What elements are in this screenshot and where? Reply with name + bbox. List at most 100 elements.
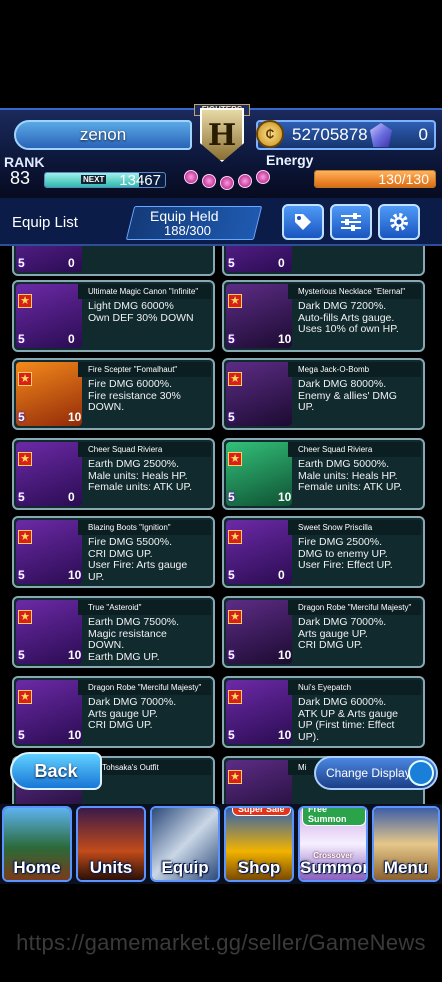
settings-button[interactable]	[378, 204, 420, 240]
bottom-nav: Home Units Equip Super Sale Shop Free Su…	[0, 804, 442, 884]
equip-level: 5	[18, 648, 25, 662]
equip-title: Fire Scepter "Fomalhaut"	[78, 362, 211, 377]
nav-units[interactable]: Units	[76, 806, 146, 882]
equip-card[interactable]: ★ Cheer Squad Riviera Earth DMG 5000%. Mal…	[222, 438, 425, 510]
nav-home[interactable]: Home	[2, 806, 72, 882]
back-button[interactable]: Back	[10, 752, 102, 790]
equip-title: True "Asteroid"	[78, 600, 211, 615]
equip-level: 5	[18, 728, 25, 742]
filter-button[interactable]	[330, 204, 372, 240]
equip-card[interactable]: ★ Mega Jack-O-Bomb Dark DMG 8000%. Enemy &…	[222, 358, 425, 430]
equip-title: Nui's Eyepatch	[288, 680, 421, 695]
rarity-star-icon: ★	[228, 452, 242, 466]
equip-card[interactable]: ★ Nui's Eyepatch Dark DMG 6000%. ATK UP & …	[222, 676, 425, 748]
equip-level: 5	[18, 256, 25, 270]
equip-level: 5	[228, 490, 235, 504]
change-display-label: Change Display	[326, 766, 411, 780]
tag-button[interactable]	[282, 204, 324, 240]
nav-home-label: Home	[13, 858, 61, 877]
nav-shop[interactable]: Super Sale Shop	[224, 806, 294, 882]
equip-card[interactable]: ★ Fire Scepter "Fomalhaut" Fire DMG 6000%.…	[12, 358, 215, 430]
energy-value: 130/130	[378, 171, 429, 187]
currency-panel: ₵ 52705878 0	[256, 120, 436, 150]
status-bar	[0, 0, 442, 108]
next-label: NEXT	[81, 175, 107, 184]
exp-bar: NEXT 13467	[44, 172, 166, 188]
refresh-icon	[408, 760, 434, 786]
equip-level: 5	[228, 332, 235, 346]
nav-summon[interactable]: Free Summon Crossover Summon	[298, 806, 368, 882]
equip-description: Fire DMG 2500%. DMG to enemy UP. User Fi…	[298, 536, 393, 571]
equip-title: Mega Jack-O-Bomb	[288, 362, 421, 377]
equip-list-bar: Equip List Equip Held 188/300	[0, 198, 442, 246]
equip-title: Mysterious Necklace "Eternal"	[288, 284, 421, 299]
equip-description: Fire DMG 5500%. CRI DMG UP. User Fire: A…	[88, 536, 188, 583]
equip-level: 5	[18, 410, 25, 424]
equip-description: Earth DMG 5000%. Male units: Heals HP. F…	[298, 458, 403, 493]
equip-card[interactable]: ★ Blazing Boots "Ignition" Fire DMG 5500%.…	[12, 516, 215, 588]
orb-icon	[184, 170, 198, 184]
rarity-star-icon: ★	[228, 530, 242, 544]
emblem-letter: H	[207, 118, 237, 153]
rarity-star-icon: ★	[18, 610, 32, 624]
equip-plus-value: 0	[68, 256, 75, 270]
equip-plus-value: 0	[278, 256, 285, 270]
equip-plus-value: 10	[278, 648, 292, 662]
tag-icon	[295, 214, 311, 230]
equip-title: Sweet Snow Priscilla	[288, 520, 421, 535]
equip-grid: ★50★by 1%.50★Ultimate Magic Canon "Infin…	[0, 246, 442, 806]
equip-level: 5	[18, 332, 25, 346]
equip-description: Earth DMG 7500%. Magic resistance DOWN. …	[88, 616, 180, 663]
coin-count: 52705878	[292, 125, 368, 144]
equip-level: 5	[228, 648, 235, 662]
nav-shop-label: Shop	[237, 858, 281, 877]
energy-label: Energy	[266, 152, 314, 168]
orb-icon	[256, 170, 270, 184]
nav-menu[interactable]: Menu	[372, 806, 440, 882]
player-header: zenon ₵ 52705878 0 FIGHTERS H RANK 83 NE…	[0, 104, 442, 198]
rarity-star-icon: ★	[18, 294, 32, 308]
equip-held-value: 188/300	[164, 223, 211, 238]
equip-card[interactable]: ★ True "Asteroid" Earth DMG 7500%. Magic r…	[12, 596, 215, 668]
equip-title: Blazing Boots "Ignition"	[78, 520, 211, 535]
watermark-url: https://gamemarket.gg/seller/GameNews	[16, 930, 426, 955]
equip-description: Dark DMG 7200%. Auto-fills Arts gauge. U…	[298, 300, 399, 335]
fighters-emblem: FIGHTERS H	[178, 104, 270, 200]
equip-card[interactable]: ★ Dragon Robe "Merciful Majesty" Dark DMG …	[222, 596, 425, 668]
equip-description: Fire DMG 6000%. Fire resistance 30% DOWN…	[88, 378, 181, 413]
nav-equip[interactable]: Equip	[150, 806, 220, 882]
equip-plus-value: 0	[278, 568, 285, 582]
orb-icon	[238, 174, 252, 188]
equip-level: 5	[228, 410, 235, 424]
equip-plus-value: 10	[278, 332, 292, 346]
equip-plus-value: 10	[68, 728, 82, 742]
equip-card[interactable]: ★50	[12, 246, 215, 276]
rarity-star-icon: ★	[228, 372, 242, 386]
equip-card[interactable]: ★by 1%.50	[222, 246, 425, 276]
equip-description: Dark DMG 7000%. Arts gauge UP. CRI DMG U…	[88, 696, 177, 731]
equip-description: Dark DMG 6000%. ATK UP & Arts gauge UP (…	[298, 696, 398, 743]
equip-card[interactable]: ★ Sweet Snow Priscilla Fire DMG 2500%. DMG…	[222, 516, 425, 588]
equip-held-label: Equip Held	[150, 208, 219, 224]
equip-level: 5	[228, 256, 235, 270]
equip-description: Earth DMG 2500%. Male units: Heals HP. F…	[88, 458, 193, 493]
rarity-star-icon: ★	[18, 452, 32, 466]
super-sale-badge: Super Sale	[232, 808, 291, 816]
equip-description: Dark DMG 8000%. Enemy & allies' DMG UP.	[298, 378, 397, 413]
rarity-star-icon: ★	[18, 372, 32, 386]
equip-card[interactable]: ★ Dragon Robe "Merciful Majesty" Dark DMG …	[12, 676, 215, 748]
change-display-button[interactable]: Change Display	[314, 756, 438, 790]
equip-plus-value: 0	[68, 332, 75, 346]
nav-summon-label: Summon	[300, 858, 368, 877]
energy-bar: 130/130	[314, 170, 436, 188]
orb-icon	[202, 174, 216, 188]
equip-card[interactable]: ★ Mysterious Necklace "Eternal" Dark DMG 7…	[222, 280, 425, 352]
equip-title: Ultimate Magic Canon "Infinite"	[78, 284, 211, 299]
next-exp-value: 13467	[119, 172, 161, 188]
gem-icon	[370, 123, 392, 147]
rank-value: 83	[10, 168, 31, 188]
equip-card[interactable]: ★ Ultimate Magic Canon "Infinite" Light DM…	[12, 280, 215, 352]
equip-title: Dragon Robe "Merciful Majesty"	[288, 600, 421, 615]
equip-card[interactable]: ★ Cheer Squad Riviera Earth DMG 2500%. Mal…	[12, 438, 215, 510]
equip-title: Cheer Squad Riviera	[78, 442, 211, 457]
